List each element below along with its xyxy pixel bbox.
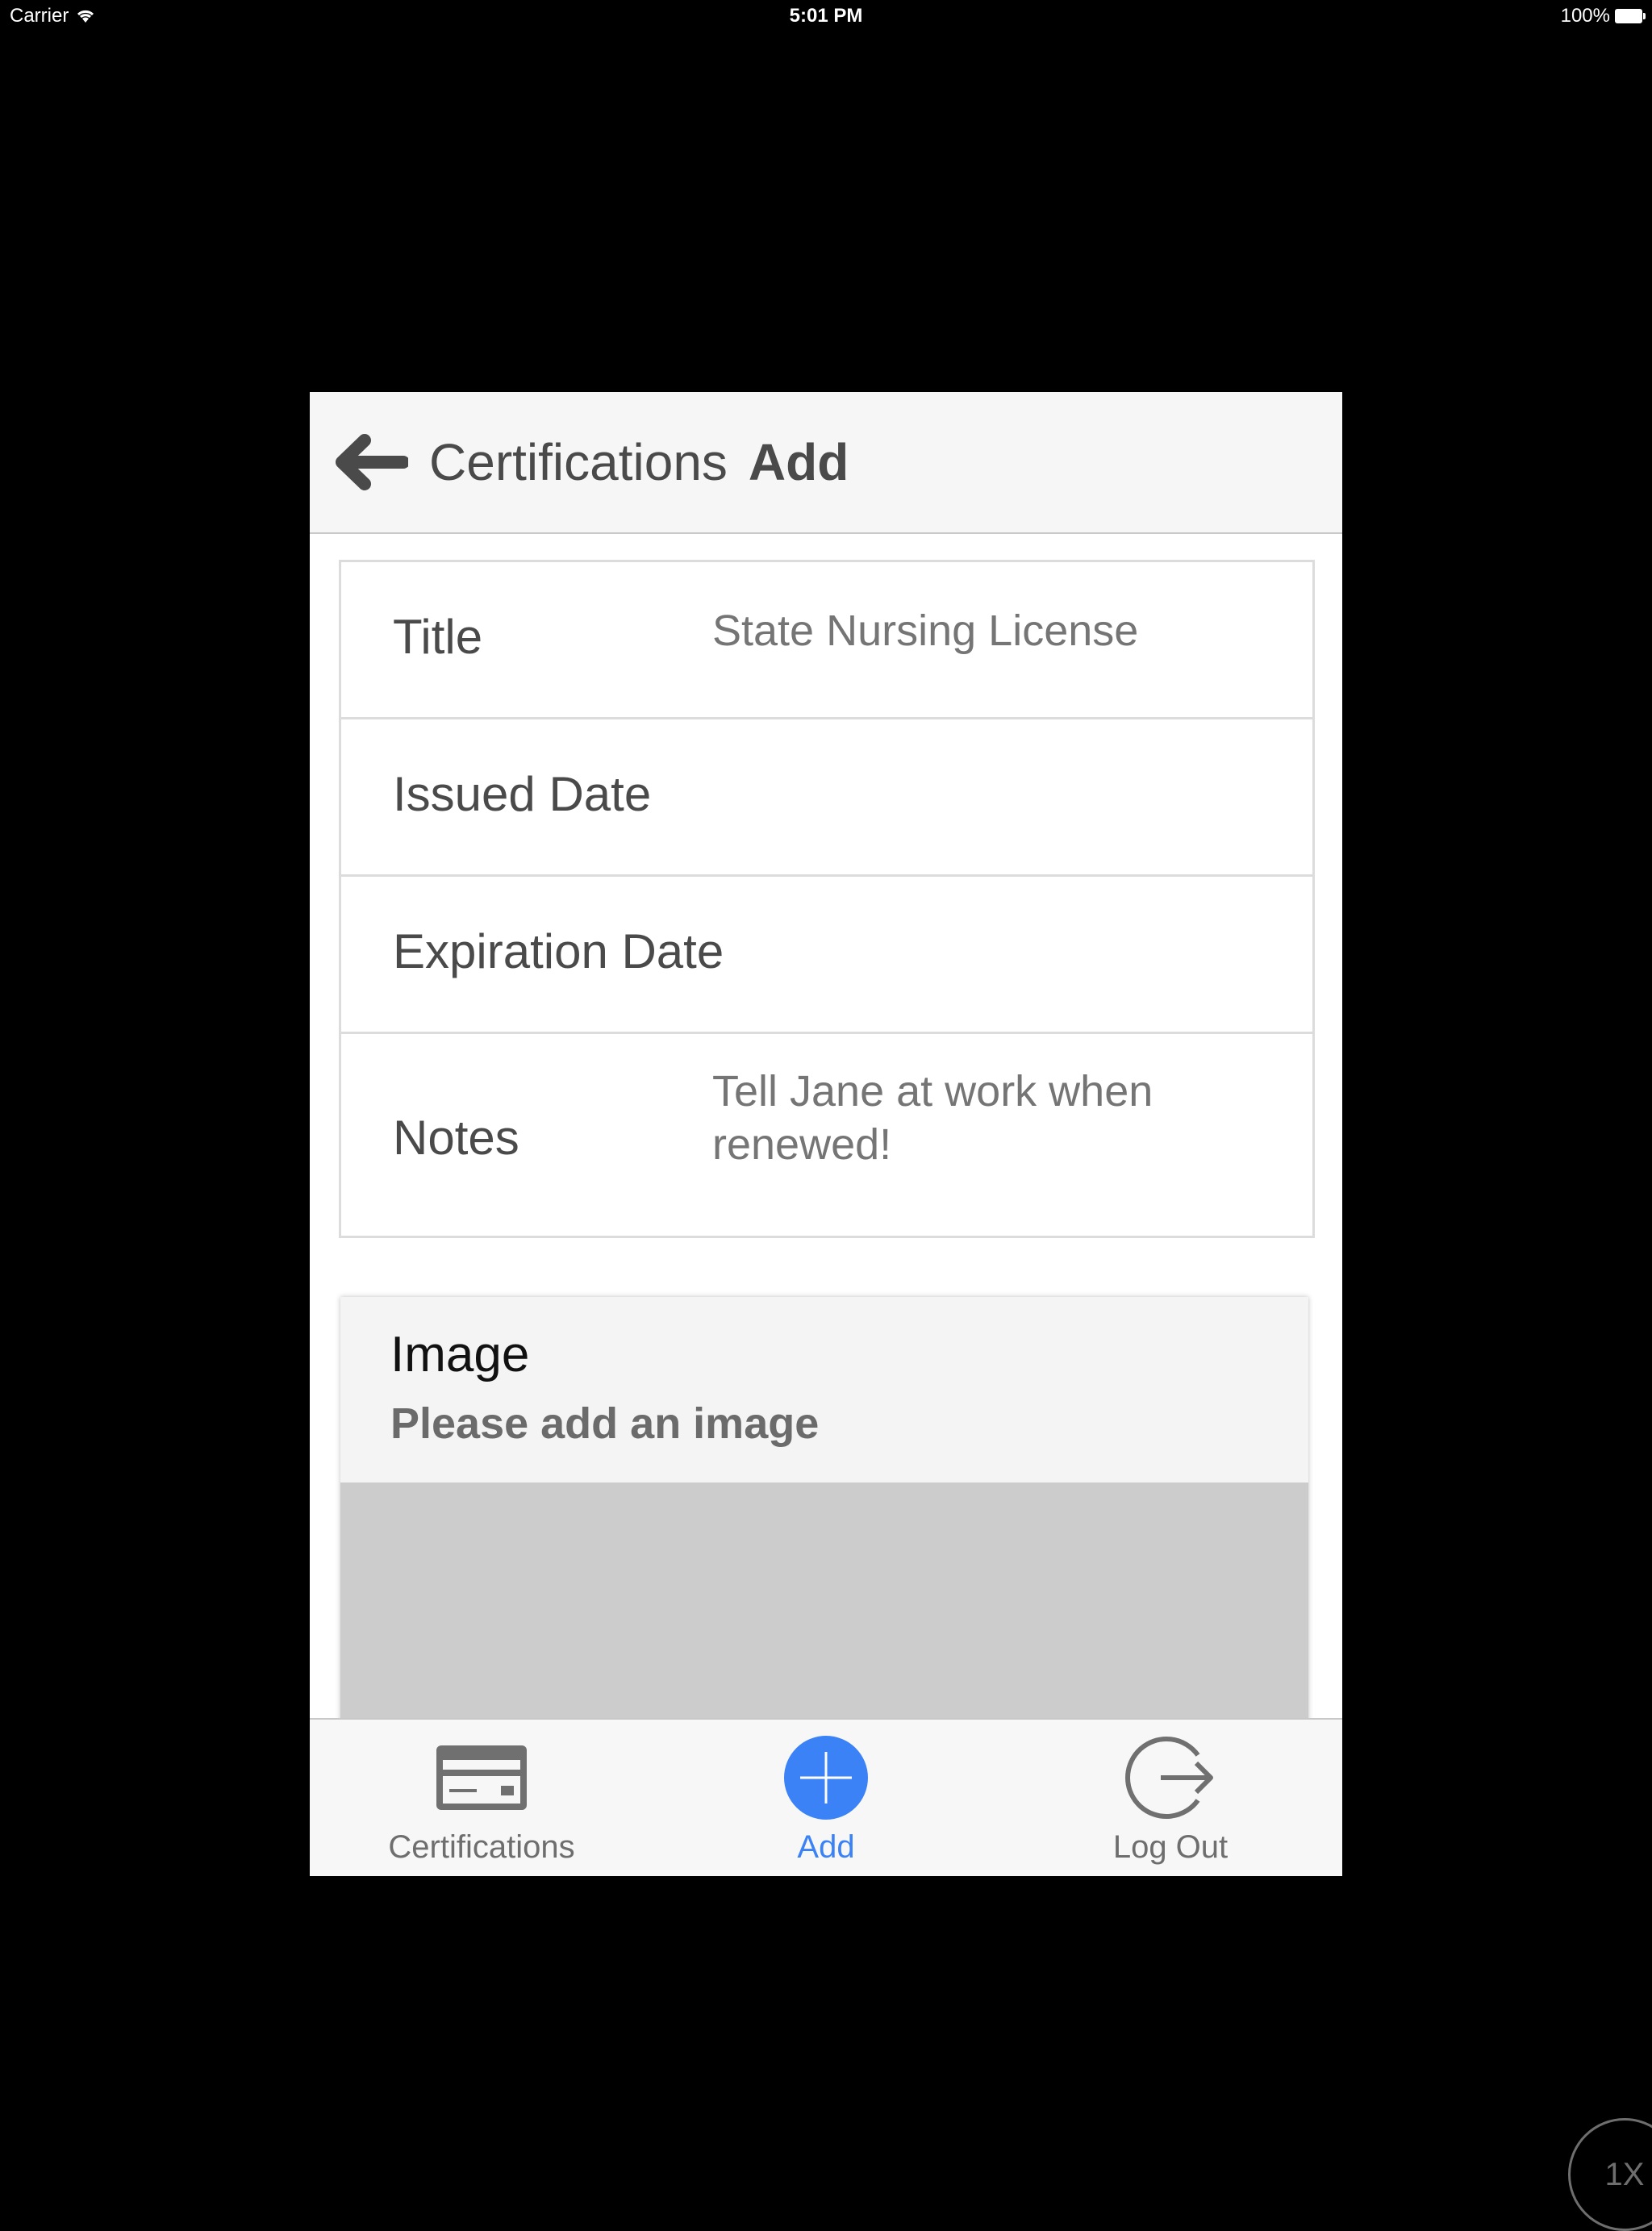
plus-circle-icon <box>784 1736 868 1820</box>
notes-row: Notes <box>341 1034 1312 1236</box>
tab-add-label: Add <box>797 1829 855 1865</box>
image-card-title: Image <box>390 1327 530 1382</box>
expiration-date-label: Expiration Date <box>393 924 724 978</box>
app-window: Certifications Add Title Issued Date Expi… <box>310 392 1342 1876</box>
zoom-badge[interactable]: 1X <box>1568 2118 1652 2231</box>
logout-icon <box>1125 1737 1213 1819</box>
tab-certifications[interactable]: Certifications <box>310 1720 653 1876</box>
clock: 5:01 PM <box>789 5 863 27</box>
tab-logout[interactable]: Log Out <box>999 1720 1342 1876</box>
status-bar: Carrier 5:01 PM 100% <box>0 0 1652 32</box>
notes-label: Notes <box>393 1111 519 1165</box>
tab-logout-label: Log Out <box>1112 1829 1229 1865</box>
breadcrumb[interactable]: Certifications <box>429 433 728 491</box>
issued-date-label: Issued Date <box>393 767 652 821</box>
image-card-header: Image Please add an image <box>340 1297 1308 1482</box>
title-label: Title <box>393 610 483 664</box>
battery-indicator: 100% <box>1560 5 1646 27</box>
battery-icon <box>1615 9 1646 23</box>
expiration-date-row[interactable]: Expiration Date <box>341 877 1312 1034</box>
image-card-subtitle: Please add an image <box>390 1399 820 1448</box>
tab-bar: Certifications Add Log Out <box>310 1718 1342 1876</box>
arrow-left-icon <box>336 434 410 490</box>
tab-certifications-label: Certifications <box>388 1829 575 1865</box>
credit-card-icon <box>436 1745 527 1810</box>
title-row: Title <box>341 562 1312 719</box>
certification-form: Title Issued Date Expiration Date Notes <box>339 560 1315 1238</box>
back-button[interactable] <box>332 432 410 492</box>
page-title: Certifications Add <box>429 432 849 492</box>
notes-input[interactable] <box>712 1065 1261 1186</box>
nav-header: Certifications Add <box>310 392 1342 534</box>
battery-percent: 100% <box>1560 5 1610 27</box>
tab-add[interactable]: Add <box>654 1720 998 1876</box>
issued-date-row[interactable]: Issued Date <box>341 719 1312 877</box>
title-input[interactable] <box>712 604 1261 657</box>
current-page-title: Add <box>748 433 849 491</box>
